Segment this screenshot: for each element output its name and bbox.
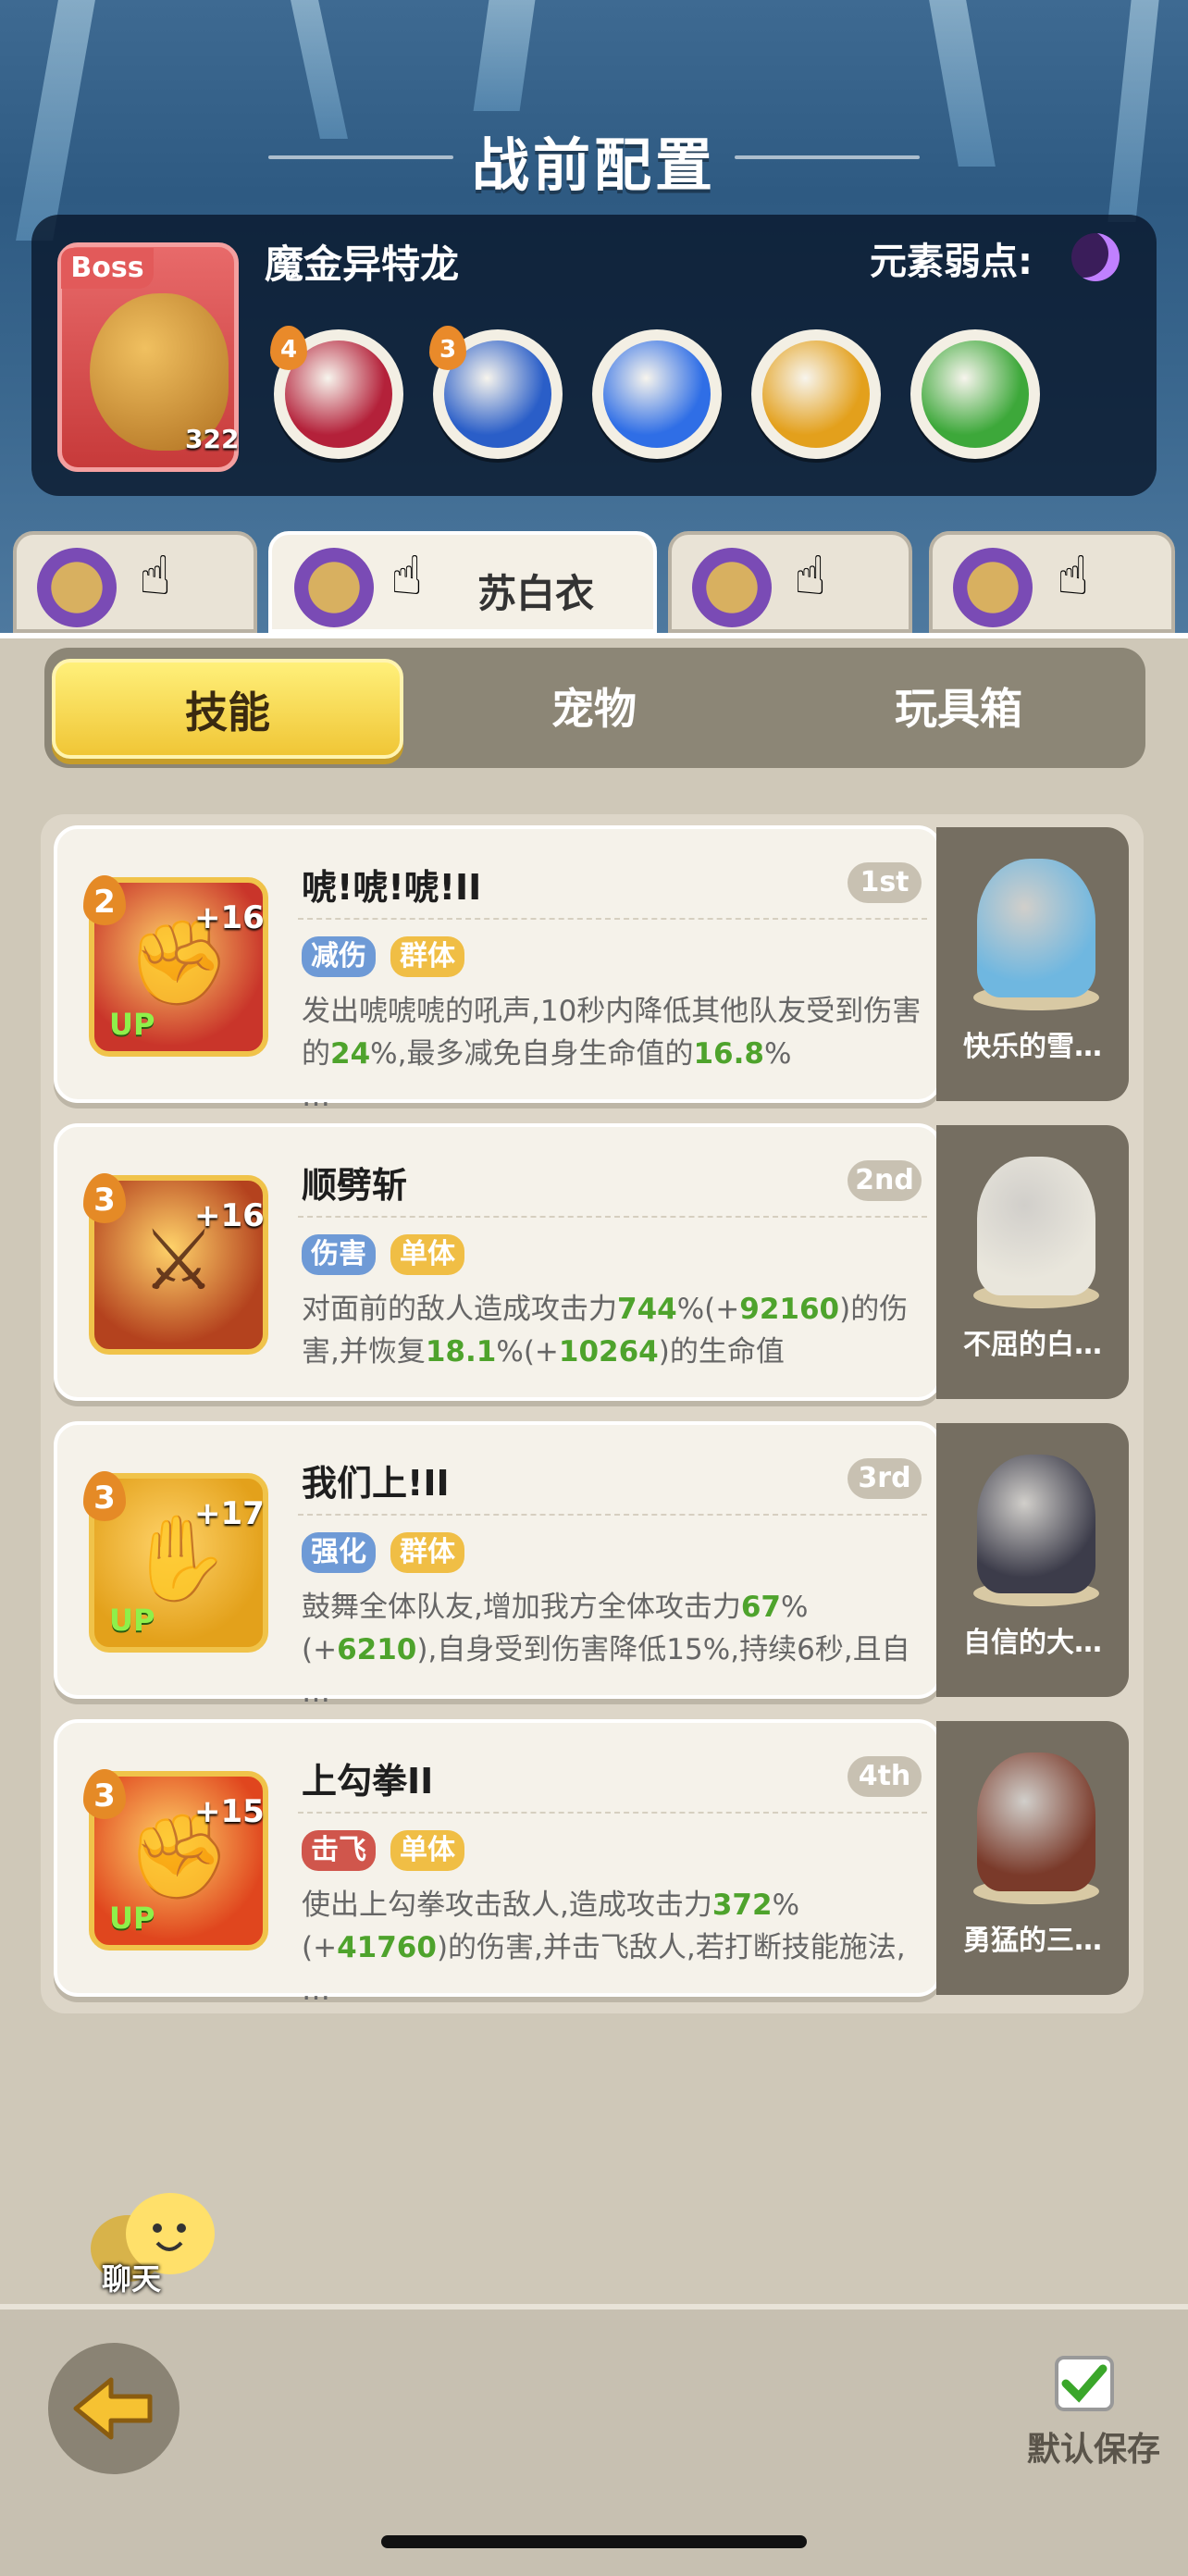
drag-hand-icon: ☝ [794, 544, 827, 607]
golden-crown-icon [762, 341, 870, 448]
boss-level: 322 [185, 424, 240, 454]
description-part: %(+ [676, 1293, 740, 1326]
tab-skills[interactable]: 技能 [52, 659, 403, 759]
description-ellipsis: … [302, 1080, 330, 1113]
skill-tag: 击飞 [302, 1830, 376, 1871]
tab-toy-box[interactable]: 玩具箱 [783, 659, 1134, 759]
home-indicator [381, 2535, 807, 2548]
description-part: 24 [330, 1037, 371, 1071]
skill-order-badge: 4th [848, 1756, 922, 1797]
pet-figure [977, 859, 1095, 997]
description-part: 使出上勾拳攻击敌人,造成攻击力 [302, 1889, 712, 1922]
description-part: %(+ [496, 1335, 559, 1368]
page-title: 战前配置 [471, 131, 716, 199]
green-slime-icon [922, 341, 1029, 448]
description-part: 对面前的敌人造成攻击力 [302, 1293, 617, 1326]
back-button[interactable] [48, 2343, 179, 2474]
skill-tag: 强化 [302, 1532, 376, 1573]
back-arrow-icon [73, 2377, 153, 2440]
drag-hand-icon: ☝ [1057, 544, 1090, 607]
description-part: 6210 [337, 1633, 417, 1666]
description-part: 18.1 [425, 1335, 497, 1368]
character-tab-2[interactable]: ☝ [268, 531, 657, 633]
skill-description: 发出唬唬唬的吼声,10秒内降低其他队友受到伤害的24%,最多减免自身生命值的16… [302, 990, 931, 1118]
pet-name: 不屈的白… [963, 1329, 1102, 1361]
divider [298, 1216, 927, 1218]
default-save-checkbox[interactable] [1055, 2356, 1114, 2411]
description-part: 744 [617, 1293, 677, 1326]
character-avatar [37, 548, 117, 627]
boss-skill-3[interactable] [592, 329, 722, 459]
skill-order-badge: 3rd [848, 1458, 922, 1499]
character-avatar [294, 548, 374, 627]
character-tab-label: 苏白衣 [477, 571, 595, 616]
description-part: )的伤害,并击飞敌人,若打断技能施法, [436, 1931, 906, 1964]
description-ellipsis: … [302, 1974, 330, 2007]
boss-skill-5[interactable] [910, 329, 1040, 459]
skill-up-badge: UP [109, 1007, 155, 1042]
description-part: ),自身受到伤害降低15%,持续6秒,且自 [416, 1633, 910, 1666]
skill-bonus: +16 [194, 899, 265, 936]
divider [298, 1514, 927, 1516]
character-tab-4[interactable]: ☝ [929, 531, 1175, 633]
skill-bonus: +16 [194, 1197, 265, 1234]
chat-label: 聊天 [102, 2261, 162, 2297]
pet-name: 自信的大… [963, 1627, 1102, 1659]
pet-figure [977, 1752, 1095, 1891]
pet-figure [977, 1455, 1095, 1593]
skill-name: 我们上!II [302, 1463, 450, 1504]
drag-hand-icon: ☝ [390, 544, 424, 607]
skill-tag: 伤害 [302, 1234, 376, 1275]
description-part: %,最多减免自身生命值的 [370, 1037, 694, 1071]
pet-figure [977, 1157, 1095, 1295]
tab-pets[interactable]: 宠物 [418, 659, 770, 759]
skill-tag: 减伤 [302, 936, 376, 977]
skill-up-badge: UP [109, 1901, 155, 1936]
description-part: 67 [740, 1591, 781, 1624]
description-part: )的生命值 [658, 1335, 785, 1368]
default-save-label: 默认保存 [1027, 2431, 1161, 2469]
description-ellipsis: … [302, 1676, 330, 1709]
skill-name: 上勾拳II [302, 1761, 434, 1802]
skill-tag: 单体 [390, 1234, 464, 1275]
skill-bonus: +17 [194, 1495, 265, 1532]
boss-name: 魔金异特龙 [265, 242, 460, 287]
character-avatar [692, 548, 772, 627]
description-part: 鼓舞全体队友,增加我方全体攻击力 [302, 1591, 741, 1624]
skill-description: 鼓舞全体队友,增加我方全体攻击力67%(+6210),自身受到伤害降低15%,持… [302, 1586, 931, 1714]
description-part: 41760 [337, 1931, 437, 1964]
divider [298, 918, 927, 920]
skill-order-badge: 2nd [848, 1160, 922, 1201]
divider [298, 1812, 927, 1814]
pet-name: 勇猛的三… [963, 1925, 1102, 1957]
lightning-bolt-icon [603, 341, 711, 448]
skill-bonus: +15 [194, 1793, 265, 1830]
pet-name: 快乐的雪… [963, 1031, 1102, 1063]
skill-description: 使出上勾拳攻击敌人,造成攻击力372%(+41760)的伤害,并击飞敌人,若打断… [302, 1884, 931, 2012]
moon-icon [1071, 233, 1120, 281]
skill-tag: 群体 [390, 1532, 464, 1573]
character-tab-1[interactable]: ☝ [13, 531, 257, 633]
character-avatar [953, 548, 1033, 627]
drag-hand-icon: ☝ [139, 544, 172, 607]
skill-order-badge: 1st [848, 862, 922, 903]
boss-skill-4[interactable] [751, 329, 881, 459]
character-tab-3[interactable]: ☝ [668, 531, 912, 633]
check-icon [1061, 2364, 1108, 2403]
description-part: 10264 [558, 1335, 659, 1368]
element-weakness-label: 元素弱点: [870, 241, 1033, 283]
skill-name: 顺劈斩 [302, 1165, 408, 1206]
description-part: % [763, 1037, 792, 1071]
description-part: 16.8 [693, 1037, 764, 1071]
skill-tag: 群体 [390, 936, 464, 977]
description-part: 92160 [739, 1293, 840, 1326]
description-part: 372 [712, 1889, 773, 1922]
skill-description: 对面前的敌人造成攻击力744%(+92160)的伤害,并恢复18.1%(+102… [302, 1288, 931, 1373]
skill-tag: 单体 [390, 1830, 464, 1871]
skill-up-badge: UP [109, 1603, 155, 1638]
skill-name: 唬!唬!唬!II [302, 867, 482, 908]
boss-tag: Boss [61, 248, 154, 289]
